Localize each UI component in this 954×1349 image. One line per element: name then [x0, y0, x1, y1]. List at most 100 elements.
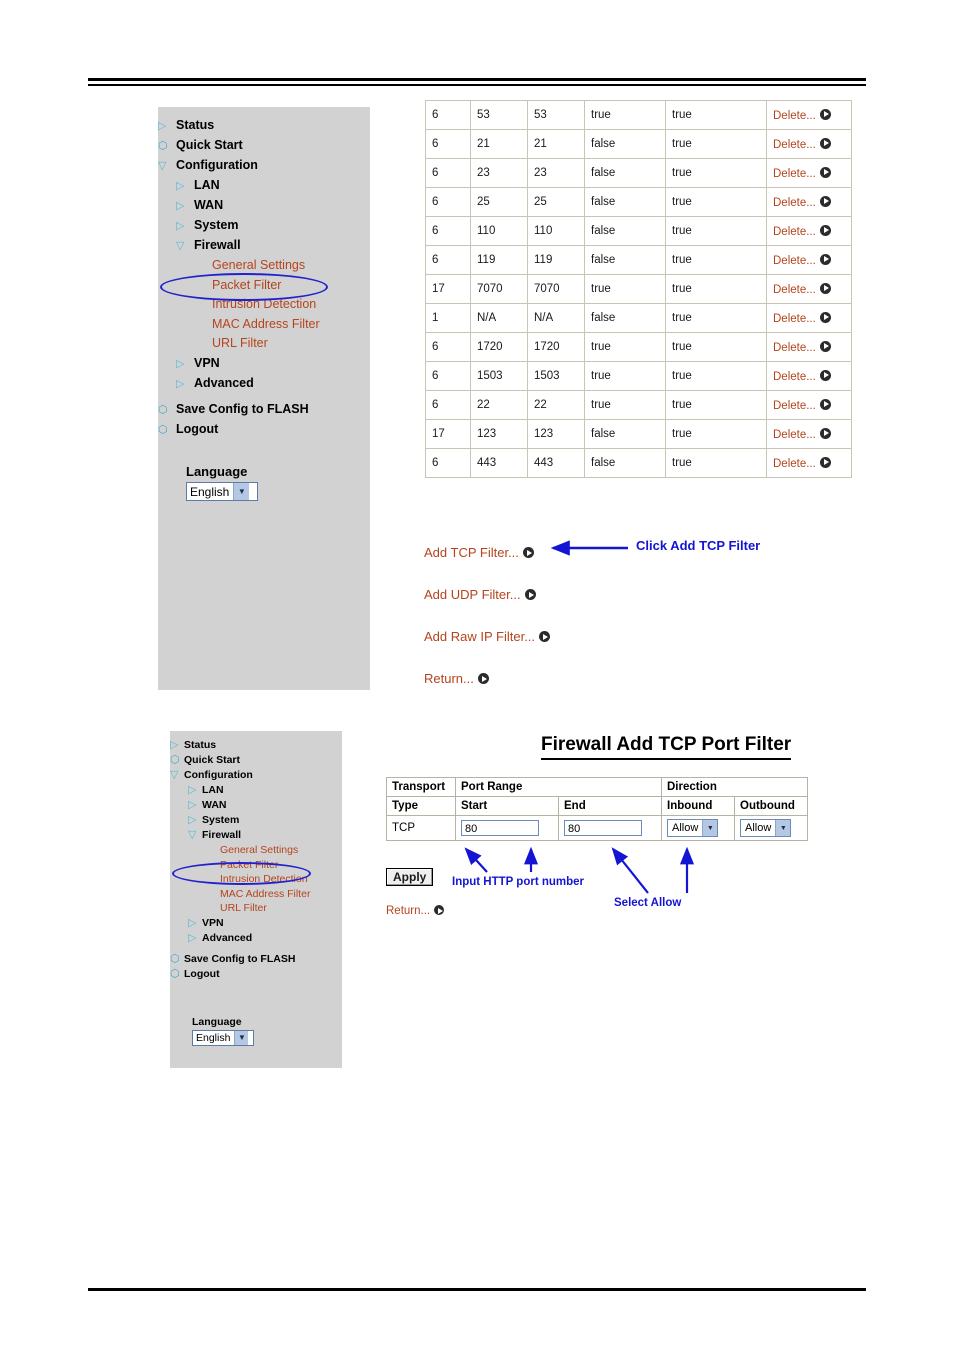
go-arrow-icon[interactable] [819, 224, 831, 236]
sidebar-item-advanced[interactable]: ▷ Advanced [170, 932, 342, 944]
go-arrow-icon[interactable] [819, 340, 831, 352]
sidebar-item-mac-address-filter[interactable]: MAC Address Filter [158, 316, 370, 331]
add-udp-filter-link[interactable]: Add UDP Filter... [424, 587, 536, 602]
go-arrow-icon[interactable] [819, 108, 831, 120]
inbound-select[interactable]: Allow ▼ [667, 819, 719, 837]
delete-rule-link[interactable]: Delete... [773, 427, 831, 441]
outbound-cell: Allow ▼ [734, 815, 808, 841]
cell-end-port: 110 [527, 216, 585, 246]
end-port-input[interactable]: 80 [564, 820, 642, 836]
sidebar-item-label: General Settings [212, 258, 306, 272]
sidebar-item-general-settings[interactable]: General Settings [170, 845, 342, 856]
apply-button[interactable]: Apply [386, 868, 434, 886]
sidebar-item-firewall[interactable]: ▽ Firewall [170, 830, 342, 841]
delete-rule-link[interactable]: Delete... [773, 340, 831, 354]
sidebar-item-url-filter[interactable]: URL Filter [158, 337, 370, 350]
delete-rule-link[interactable]: Delete... [773, 108, 831, 122]
cell-inbound: false [584, 129, 666, 159]
add-tcp-filter-link[interactable]: Add TCP Filter... [424, 545, 534, 560]
go-arrow-icon[interactable] [819, 398, 831, 410]
sidebar-item-vpn[interactable]: ▷ VPN [158, 356, 370, 370]
outbound-select[interactable]: Allow ▼ [740, 819, 792, 837]
return-link-figure-2[interactable]: Return... [386, 905, 445, 917]
delete-rule-link[interactable]: Delete... [773, 137, 831, 151]
sidebar-item-status[interactable]: ▷ Status [170, 740, 342, 751]
go-arrow-icon[interactable] [819, 456, 831, 468]
go-arrow-icon[interactable] [819, 369, 831, 381]
sidebar-item-lan[interactable]: ▷ LAN [170, 785, 342, 796]
go-arrow-icon[interactable] [819, 311, 831, 323]
delete-rule-label: Delete... [773, 109, 816, 122]
sidebar-item-save-config-to-flash[interactable]: ⬡ Save Config to FLASH [170, 953, 342, 965]
sidebar-item-quick-start[interactable]: ⬡ Quick Start [158, 139, 370, 152]
language-select[interactable]: English ▼ [192, 1030, 254, 1046]
delete-rule-link[interactable]: Delete... [773, 224, 831, 238]
sidebar-item-save-config-to-flash[interactable]: ⬡ Save Config to FLASH [158, 402, 370, 416]
add-raw-ip-filter-link[interactable]: Add Raw IP Filter... [424, 629, 551, 644]
cell-action: Delete... [766, 419, 852, 449]
sidebar-item-configuration[interactable]: ▽ Configuration [170, 770, 342, 781]
sidebar-item-label: MAC Address Filter [212, 316, 320, 331]
start-port-input[interactable]: 80 [461, 820, 539, 836]
go-arrow-icon[interactable] [819, 137, 831, 149]
cell-start-port: 21 [470, 129, 528, 159]
sidebar-item-lan[interactable]: ▷ LAN [158, 179, 370, 192]
delete-rule-link[interactable]: Delete... [773, 282, 831, 296]
go-arrow-icon[interactable] [819, 427, 831, 439]
delete-rule-link[interactable]: Delete... [773, 398, 831, 412]
table-row: 6 110 110 false true Delete... [425, 216, 852, 246]
sidebar-item-logout[interactable]: ⬡ Logout [158, 422, 370, 436]
sidebar-item-label: Firewall [202, 829, 242, 841]
header-type: Type [386, 796, 456, 816]
cell-end-port: 53 [527, 100, 585, 130]
go-arrow-icon[interactable] [819, 166, 831, 178]
cell-end-port: 443 [527, 448, 585, 478]
go-arrow-icon[interactable] [819, 253, 831, 265]
delete-rule-link[interactable]: Delete... [773, 195, 831, 209]
form-header-row-1: Transport Port Range Direction [386, 777, 808, 797]
sidebar-item-mac-address-filter[interactable]: MAC Address Filter [170, 888, 342, 900]
sidebar-item-vpn[interactable]: ▷ VPN [170, 917, 342, 929]
hexagon-icon: ⬡ [170, 754, 180, 766]
sidebar-item-wan[interactable]: ▷ WAN [170, 800, 342, 811]
sidebar-item-firewall[interactable]: ▽ Firewall [158, 239, 370, 252]
sidebar-item-status[interactable]: ▷ Status [158, 119, 370, 132]
sidebar-item-logout[interactable]: ⬡ Logout [170, 968, 342, 980]
go-arrow-icon[interactable] [819, 195, 831, 207]
delete-rule-link[interactable]: Delete... [773, 369, 831, 383]
go-arrow-icon[interactable] [434, 905, 445, 915]
cell-action: Delete... [766, 100, 852, 130]
return-link-figure-1[interactable]: Return... [424, 671, 489, 686]
sidebar-item-general-settings[interactable]: General Settings [158, 259, 370, 272]
cell-protocol: 6 [425, 187, 471, 217]
cell-start-port: 22 [470, 390, 528, 420]
cell-start-port: 110 [470, 216, 528, 246]
return-label: Return... [386, 905, 431, 917]
go-arrow-icon[interactable] [539, 631, 551, 642]
delete-rule-link[interactable]: Delete... [773, 311, 831, 325]
triangle-down-icon: ▽ [176, 240, 185, 252]
sidebar-item-advanced[interactable]: ▷ Advanced [158, 376, 370, 390]
cell-start-port: 25 [470, 187, 528, 217]
go-arrow-icon[interactable] [524, 589, 536, 600]
sidebar-item-wan[interactable]: ▷ WAN [158, 199, 370, 212]
sidebar-item-configuration[interactable]: ▽ Configuration [158, 159, 370, 172]
sidebar-item-system[interactable]: ▷ System [170, 815, 342, 826]
language-select[interactable]: English ▼ [186, 482, 258, 501]
table-row: 17 7070 7070 true true Delete... [425, 274, 852, 304]
sidebar-item-quick-start[interactable]: ⬡ Quick Start [170, 755, 342, 766]
router-sidebar-figure-2: ▷ Status ⬡ Quick Start ▽ Configuration ▷ LAN ▷ WA… [170, 731, 342, 1068]
sidebar-item-url-filter[interactable]: URL Filter [170, 903, 342, 914]
go-arrow-icon[interactable] [477, 673, 489, 684]
page-top-rule [88, 78, 866, 86]
go-arrow-icon[interactable] [819, 282, 831, 294]
sidebar-item-label: Configuration [176, 158, 258, 172]
delete-rule-link[interactable]: Delete... [773, 253, 831, 267]
table-row: 6 1503 1503 true true Delete... [425, 361, 852, 391]
sidebar-item-system[interactable]: ▷ System [158, 219, 370, 232]
delete-rule-link[interactable]: Delete... [773, 456, 831, 470]
go-arrow-icon[interactable] [522, 547, 534, 558]
triangle-down-icon: ▽ [158, 160, 167, 172]
header-port-range: Port Range [455, 777, 662, 797]
delete-rule-link[interactable]: Delete... [773, 166, 831, 180]
